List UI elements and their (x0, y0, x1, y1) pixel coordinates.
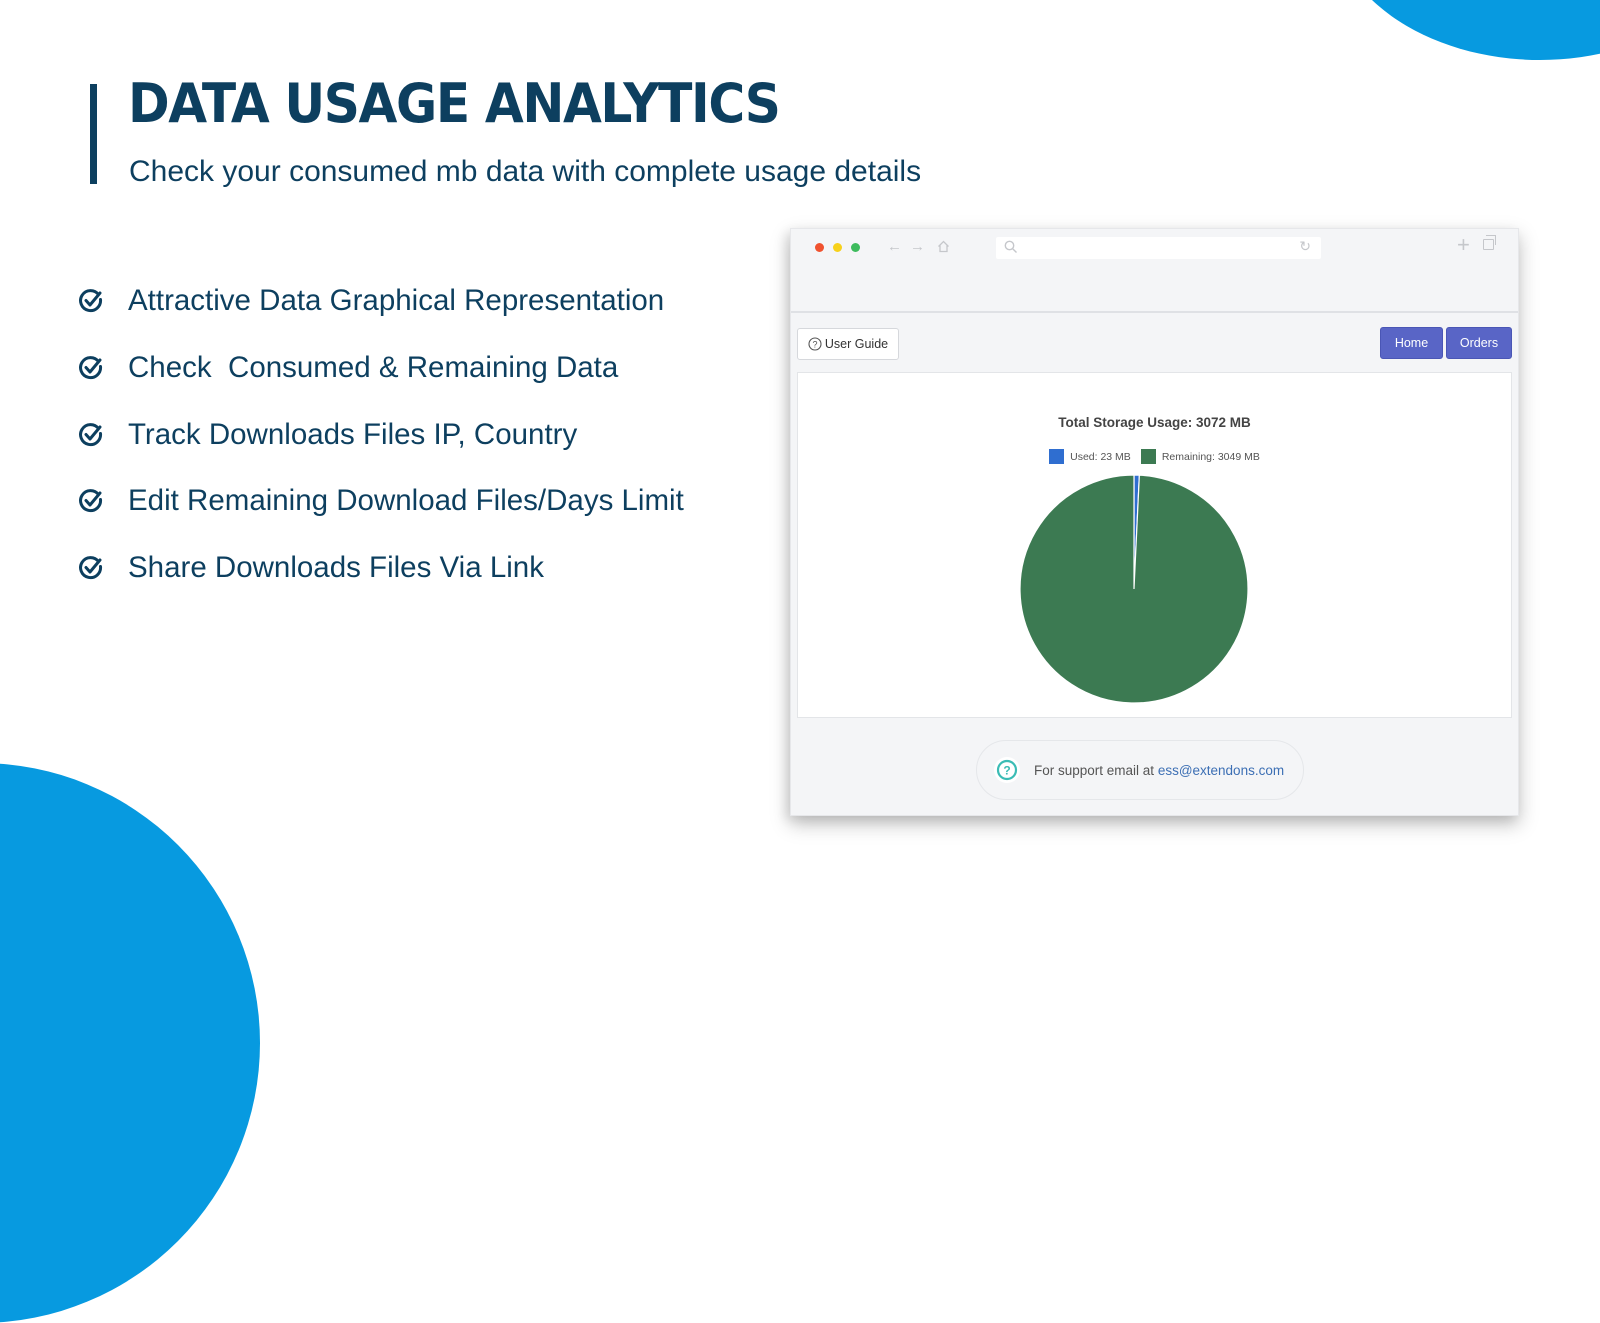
pie-slice-remaining[interactable] (1019, 474, 1249, 704)
support-email-link[interactable]: ess@extendons.com (1158, 763, 1284, 778)
reload-icon[interactable]: ↻ (1299, 238, 1311, 255)
check-circle-icon (79, 422, 103, 446)
decorative-blob-top-right (1330, 0, 1600, 60)
user-guide-button[interactable]: ? User Guide (797, 328, 899, 360)
feature-label: Edit Remaining Download Files/Days Limit (128, 484, 684, 518)
feature-list: Attractive Data Graphical Representation… (78, 268, 684, 601)
check-circle-icon (79, 556, 103, 580)
feature-item: Edit Remaining Download Files/Days Limit (78, 468, 684, 535)
back-arrow-icon[interactable]: ← (887, 237, 902, 257)
browser-chrome: ← → ↻ + (791, 229, 1518, 313)
search-icon (1004, 240, 1017, 253)
feature-item: Share Downloads Files Via Link (78, 535, 684, 602)
storage-chart-card: Total Storage Usage: 3072 MB Used: 23 MB… (797, 372, 1512, 718)
check-circle-icon (79, 489, 103, 513)
title-accent-bar (90, 84, 97, 184)
feature-label: Track Downloads Files IP, Country (128, 417, 578, 451)
svg-text:?: ? (1003, 764, 1010, 778)
support-text: For support email at ess@extendons.com (1034, 763, 1284, 778)
page-title: DATA USAGE ANALYTICS (128, 72, 781, 135)
svg-text:?: ? (812, 340, 817, 350)
support-banner: ? For support email at ess@extendons.com (976, 740, 1304, 800)
decorative-blob-bottom-left (0, 763, 260, 1323)
orders-button[interactable]: Orders (1446, 327, 1512, 359)
new-tab-icon[interactable]: + (1457, 232, 1470, 258)
window-maximize-button[interactable] (851, 243, 860, 252)
feature-label: Check Consumed & Remaining Data (128, 351, 619, 385)
window-minimize-button[interactable] (833, 243, 842, 252)
address-bar[interactable]: ↻ (996, 237, 1321, 259)
feature-item: Track Downloads Files IP, Country (78, 401, 684, 468)
pie-chart (1019, 474, 1249, 704)
check-circle-icon (79, 289, 103, 313)
home-icon[interactable] (937, 240, 950, 253)
feature-label: Attractive Data Graphical Representation (128, 284, 665, 318)
browser-window: ← → ↻ + ? User Guide Home Orders Total S… (790, 228, 1519, 816)
support-text-label: For support email at (1034, 762, 1158, 778)
user-guide-label: User Guide (824, 337, 889, 351)
feature-item: Attractive Data Graphical Representation (78, 268, 684, 335)
check-circle-icon (79, 356, 103, 380)
tabs-icon[interactable] (1483, 235, 1496, 250)
help-circle-icon: ? (808, 337, 822, 351)
page-subtitle: Check your consumed mb data with complet… (129, 155, 922, 188)
feature-label: Share Downloads Files Via Link (128, 551, 544, 585)
feature-item: Check Consumed & Remaining Data (78, 335, 684, 402)
window-close-button[interactable] (815, 243, 824, 252)
forward-arrow-icon[interactable]: → (910, 237, 925, 257)
support-help-icon: ? (994, 757, 1020, 783)
home-button[interactable]: Home (1380, 327, 1443, 359)
